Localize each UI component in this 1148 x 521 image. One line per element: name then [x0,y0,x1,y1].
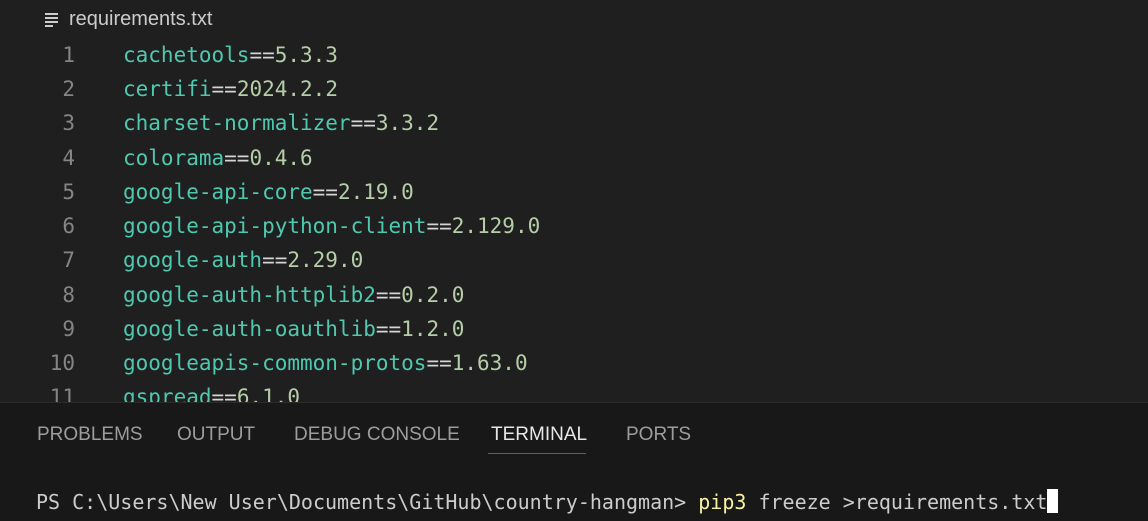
text-file-icon [45,13,58,27]
version-operator: == [211,77,237,101]
version-operator: == [249,43,275,67]
package-version: 6.1.0 [236,385,301,402]
terminal-prompt: PS C:\Users\New User\Documents\GitHub\co… [36,490,699,514]
line-content[interactable]: charset-normalizer==3.3.2 [123,106,439,140]
line-content[interactable]: googleapis-common-protos==1.63.0 [123,346,528,380]
code-line[interactable]: 7 google-auth==2.29.0 [0,243,1148,277]
terminal-prompt-line[interactable]: PS C:\Users\New User\Documents\GitHub\co… [36,487,1059,517]
package-name: cachetools [123,43,250,67]
line-number: 2 [62,77,75,101]
version-operator: == [211,385,237,402]
tab-ports[interactable]: PORTS [626,423,691,447]
package-version: 1.2.0 [401,317,465,341]
package-version: 2.129.0 [451,214,541,238]
code-line[interactable]: 4 colorama==0.4.6 [0,141,1148,175]
line-number: 7 [62,248,75,272]
tab-problems[interactable]: PROBLEMS [37,423,143,447]
line-number: 5 [62,180,75,204]
code-editor[interactable]: 1 cachetools==5.3.3 2 certifi==2024.2.2 3 cha… [0,38,1148,402]
package-name: charset-normalizer [123,111,351,135]
line-number: 11 [49,385,75,402]
package-version: 0.2.0 [401,283,465,307]
tab-debug-console[interactable]: DEBUG CONSOLE [294,423,460,447]
package-version: 0.4.6 [249,146,313,170]
version-operator: == [224,146,250,170]
terminal-cursor [1047,489,1059,513]
panel-tabs: PROBLEMS OUTPUT DEBUG CONSOLE TERMINAL P… [0,403,1148,457]
code-line[interactable]: 1 cachetools==5.3.3 [0,38,1148,72]
package-version: 5.3.3 [274,43,338,67]
version-operator: == [375,317,402,341]
line-number: 1 [62,43,75,67]
package-name: colorama [123,146,225,170]
package-name: google-api-core [123,180,313,204]
line-number: 9 [62,317,75,341]
package-name: google-auth-httplib2 [123,283,376,307]
line-content[interactable]: google-auth-httplib2==0.2.0 [123,278,464,312]
breadcrumb-filename[interactable]: requirements.txt [69,8,212,31]
line-number: 4 [62,146,75,170]
package-version: 1.63.0 [451,351,528,375]
line-content[interactable]: google-auth-oauthlib==1.2.0 [123,312,464,346]
active-tab-indicator [488,453,586,454]
line-number: 8 [62,283,75,307]
line-content[interactable]: google-api-python-client==2.129.0 [123,209,540,243]
vscode-window: requirements.txt 1 cachetools==5.3.3 2 cert… [0,0,1148,521]
breadcrumb[interactable]: requirements.txt [44,6,212,32]
line-number: 10 [49,351,75,375]
package-name: gspread [123,385,212,402]
package-version: 2024.2.2 [236,77,338,101]
package-name: google-auth-oauthlib [123,317,376,341]
tab-output[interactable]: OUTPUT [177,423,255,447]
version-operator: == [312,180,338,204]
line-content[interactable]: google-auth==2.29.0 [123,243,363,277]
code-line[interactable]: 11 gspread==6.1.0 [0,380,1148,402]
line-content[interactable]: cachetools==5.3.3 [123,38,338,72]
package-name: google-api-python-client [123,214,427,238]
version-operator: == [262,248,288,272]
code-line[interactable]: 8 google-auth-httplib2==0.2.0 [0,278,1148,312]
version-operator: == [426,351,452,375]
package-version: 3.3.2 [375,111,440,135]
line-number: 6 [62,214,75,238]
version-operator: == [426,214,452,238]
terminal-command: pip3 [698,490,747,514]
line-content[interactable]: certifi==2024.2.2 [123,72,338,106]
code-line[interactable]: 10 googleapis-common-protos==1.63.0 [0,346,1148,380]
bottom-panel: PROBLEMS OUTPUT DEBUG CONSOLE TERMINAL P… [0,402,1148,521]
version-operator: == [350,111,376,135]
package-name: googleapis-common-protos [123,351,427,375]
package-name: google-auth [123,248,263,272]
code-line[interactable]: 6 google-api-python-client==2.129.0 [0,209,1148,243]
code-line[interactable]: 3 charset-normalizer==3.3.2 [0,106,1148,140]
line-content[interactable]: gspread==6.1.0 [123,380,300,402]
code-line[interactable]: 2 certifi==2024.2.2 [0,72,1148,106]
package-version: 2.29.0 [287,248,364,272]
code-line[interactable]: 9 google-auth-oauthlib==1.2.0 [0,312,1148,346]
line-number: 3 [62,111,75,135]
code-line[interactable]: 5 google-api-core==2.19.0 [0,175,1148,209]
package-version: 2.19.0 [337,180,414,204]
version-operator: == [375,283,402,307]
line-content[interactable]: colorama==0.4.6 [123,141,313,175]
line-content[interactable]: google-api-core==2.19.0 [123,175,414,209]
terminal-args: freeze >requirements.txt [746,490,1048,514]
package-name: certifi [123,77,212,101]
tab-terminal[interactable]: TERMINAL [491,423,587,447]
